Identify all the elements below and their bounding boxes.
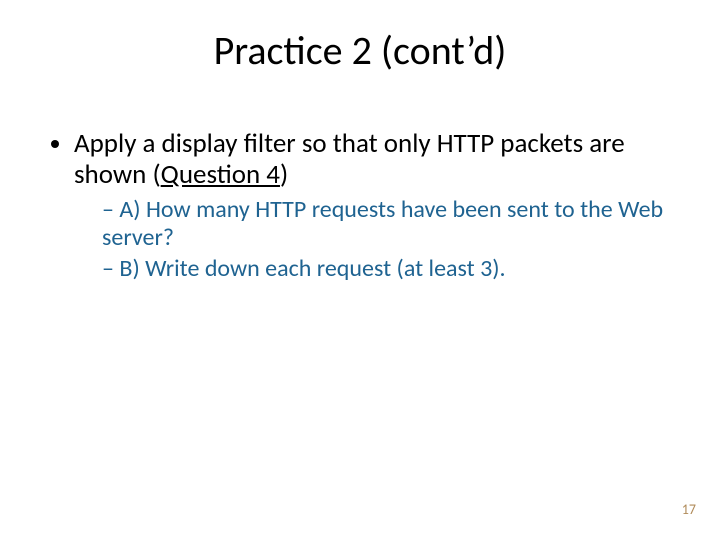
bullet-item-main: Apply a display filter so that only HTTP…	[74, 128, 680, 283]
sub-bullet-b: B) Write down each request (at least 3).	[102, 255, 680, 283]
sub-bullet-list: A) How many HTTP requests have been sent…	[74, 196, 680, 283]
slide: Practice 2 (cont’d) Apply a display filt…	[0, 0, 720, 540]
page-number: 17	[682, 501, 696, 518]
bullet-text-underlined: Question 4	[161, 158, 280, 191]
bullet-text-after: )	[280, 158, 288, 191]
bullet-list: Apply a display filter so that only HTTP…	[46, 128, 680, 283]
bullet-text-before: Apply a display filter so that only HTTP…	[74, 127, 625, 191]
sub-bullet-a: A) How many HTTP requests have been sent…	[102, 196, 680, 251]
slide-title: Practice 2 (cont’d)	[0, 26, 720, 75]
slide-body: Apply a display filter so that only HTTP…	[46, 128, 680, 287]
